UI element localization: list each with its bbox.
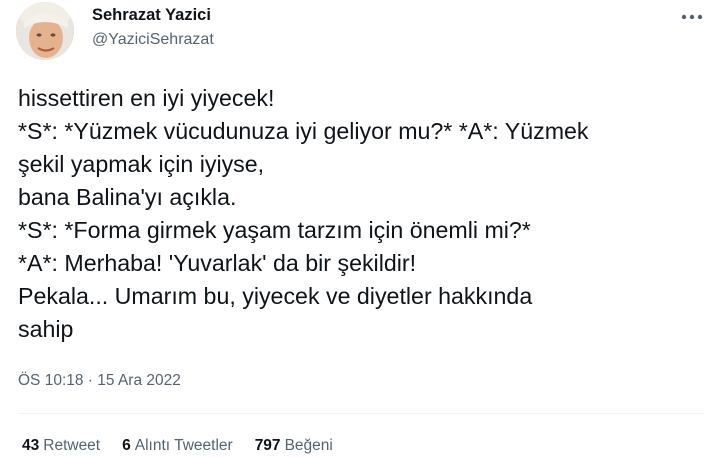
tweet-text-line: bana Balina'yı açıkla.: [18, 184, 237, 210]
quote-tweets-label: Alıntı Tweetler: [134, 437, 233, 454]
tweet-text-line: *S*: *Forma girmek yaşam tarzım için öne…: [18, 217, 531, 243]
tweet-timestamp[interactable]: ÖS 10:18 · 15 Ara 2022: [18, 372, 181, 390]
tweet-text-line: hissettiren en iyi yiyecek!: [18, 85, 275, 111]
tweet-text-line: *A*: Merhaba! 'Yuvarlak' da bir şekildir…: [18, 250, 417, 276]
tweet-text-line: şekil yapmak için iyiyse,: [18, 151, 265, 177]
engagement-stats: 43 Retweet 6 Alıntı Tweetler 797 Beğeni: [22, 437, 333, 455]
more-dots-icon: [681, 14, 703, 20]
profile-photo-icon: [16, 2, 74, 60]
divider: [18, 413, 705, 414]
likes-count: 797: [254, 437, 281, 454]
retweets-label: Retweet: [43, 437, 101, 454]
tweet-text-line: *S*: *Yüzmek vücudunuza iyi geliyor mu?*…: [18, 118, 589, 144]
retweets-stat[interactable]: 43 Retweet: [22, 437, 100, 455]
tweet-text-line: Pekala... Umarım bu, yiyecek ve diyetler…: [18, 283, 533, 309]
quote-tweets-stat[interactable]: 6 Alıntı Tweetler: [122, 437, 233, 455]
more-options-button[interactable]: [679, 6, 705, 28]
tweet-text-line: sahip: [18, 316, 74, 342]
tweet-text: hissettiren en iyi yiyecek! *S*: *Yüzmek…: [18, 82, 708, 346]
likes-stat[interactable]: 797 Beğeni: [255, 437, 333, 455]
author-handle[interactable]: @YaziciSehrazat: [92, 31, 214, 49]
retweets-count: 43: [22, 437, 40, 454]
avatar[interactable]: [16, 2, 74, 60]
likes-label: Beğeni: [284, 437, 333, 454]
author-display-name[interactable]: Sehrazat Yazici: [92, 6, 211, 25]
quote-tweets-count: 6: [122, 437, 131, 454]
